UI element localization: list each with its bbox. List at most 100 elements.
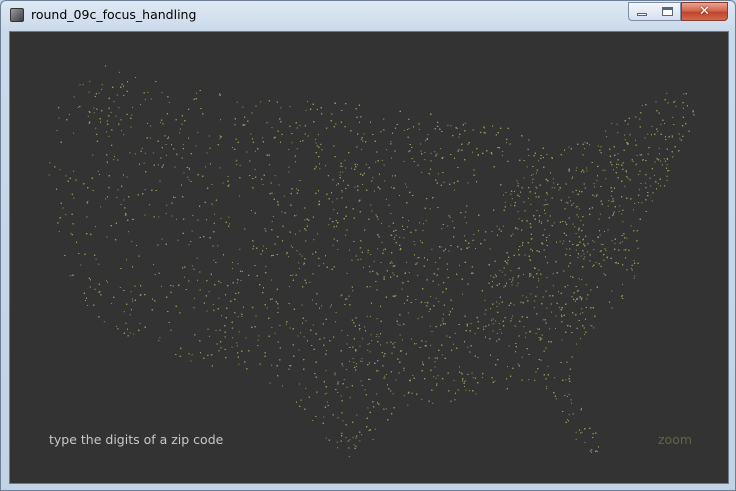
zip-dot [351,167,352,169]
zip-dot [597,145,599,147]
zip-dot [441,354,443,356]
zip-dot [388,225,390,227]
minimize-button[interactable] [628,2,655,21]
zip-dot [415,343,417,345]
zip-dot [363,267,364,268]
zip-dot [188,167,190,169]
zip-dot [228,216,230,218]
zip-dot [326,401,328,403]
zip-dot [188,179,190,181]
zip-dot [283,195,285,197]
zip-dot [393,238,395,240]
zip-dot [161,92,163,94]
zip-dot [566,248,568,250]
zip-dot [571,178,573,179]
zip-dot [533,307,535,309]
zip-dot [526,166,528,168]
zip-dot [424,302,426,303]
maximize-button[interactable] [654,2,681,21]
zip-dot [499,329,501,331]
zip-dot [346,298,348,300]
zip-dot [636,154,638,156]
zip-dot [452,343,454,345]
zip-dot [337,447,338,449]
zip-dot [538,337,540,338]
zip-dot [366,315,368,317]
zip-dot [498,303,500,305]
zip-dot [555,315,557,317]
zip-dot [280,107,282,109]
zip-dot [236,282,238,284]
zip-dot [153,264,154,266]
zip-dot [535,332,537,334]
zip-dot [593,183,595,185]
zip-dot [541,221,543,223]
zip-dot [475,393,477,395]
zip-dot [434,366,436,368]
zip-dot [378,336,380,338]
zip-dot [660,160,662,162]
zip-dot [660,123,662,125]
zip-dot [220,119,221,121]
zip-dot [577,257,579,259]
zip-dot [538,160,540,162]
app-icon [10,8,24,22]
zip-dot [126,259,127,261]
zip-dot [442,320,444,322]
zip-dot [603,273,605,275]
zip-dot [408,220,409,222]
zip-dot [165,144,167,145]
zip-dot [446,335,448,337]
zip-dot [381,241,383,243]
zip-dot [315,142,317,144]
zip-dot [594,195,596,197]
zip-dot [183,172,185,174]
zip-dot [213,259,215,261]
zip-dot [179,132,181,134]
zip-dot [237,316,239,318]
zip-dot [442,318,444,320]
zip-dot [116,197,118,198]
sketch-canvas[interactable]: type the digits of a zip code zoom [9,31,729,484]
zip-dot [197,131,199,133]
zip-dot [558,189,560,191]
zip-dot [575,233,577,234]
zip-dot [492,318,494,320]
zip-dot [517,182,519,184]
zip-dot [608,200,610,202]
close-button[interactable]: ✕ [681,2,728,21]
zip-dot [507,263,509,265]
zip-dot [483,326,485,328]
zip-dot [375,161,377,163]
zip-dot [363,133,365,135]
zip-dot [647,147,649,149]
zip-dot [359,329,361,331]
zip-dot [58,117,60,119]
zip-dot [58,231,60,233]
zip-dot [640,183,642,184]
zip-dot [121,130,123,132]
zip-dot [491,231,493,232]
zip-dot [303,264,305,266]
title-bar[interactable]: round_09c_focus_handling ✕ [1,1,735,29]
zip-dot [158,340,160,342]
zip-dot [605,250,607,251]
zip-dot [420,143,421,145]
zip-dot [371,340,373,342]
zip-dot [107,281,109,283]
zip-dot [129,152,131,154]
application-window: round_09c_focus_handling ✕ type the digi… [0,0,736,491]
zip-dot [432,402,434,404]
zip-dot [369,316,371,317]
zip-dot [246,151,248,153]
zip-dot [380,344,381,346]
zip-dot [555,327,556,329]
zip-dot [218,297,220,299]
zip-dot [602,169,604,171]
zip-dot [583,253,585,255]
zip-dot [383,377,385,379]
zip-dot [671,135,673,137]
zip-dot [339,171,341,173]
zip-dot [596,193,598,195]
zip-dot [352,290,354,292]
